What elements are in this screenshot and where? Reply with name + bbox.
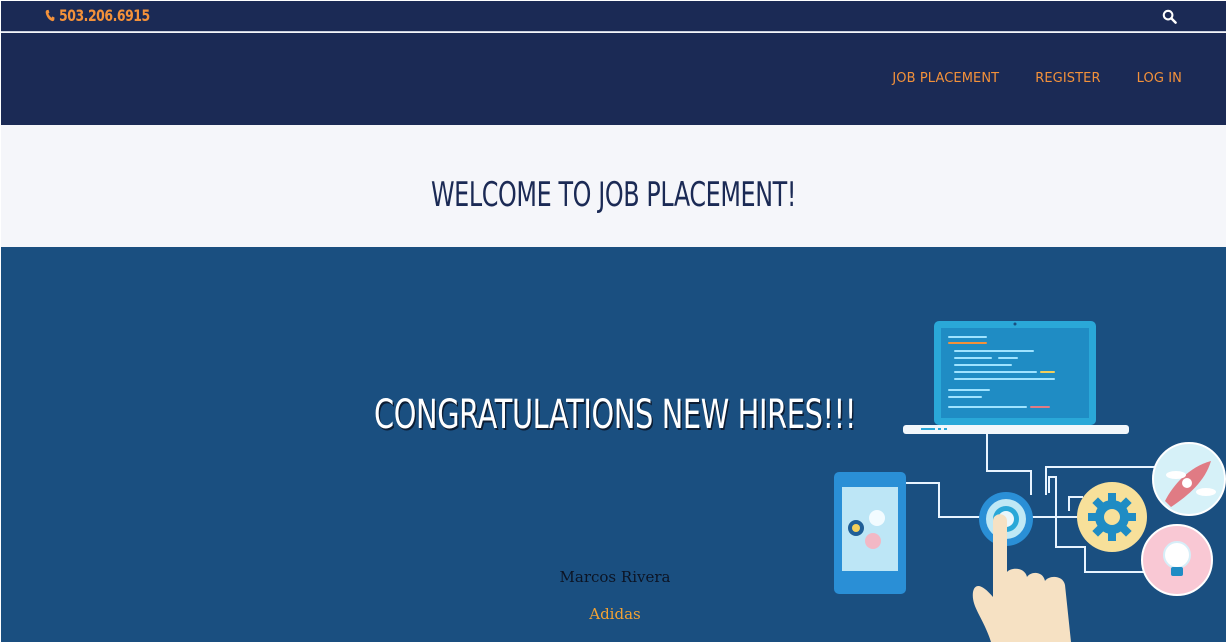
nav-register[interactable]: REGISTER xyxy=(1035,71,1100,86)
nav-job-placement[interactable]: JOB PLACEMENT xyxy=(892,71,999,86)
phone-link[interactable]: 503.206.6915 xyxy=(45,6,150,25)
welcome-title: WELCOME TO JOB PLACEMENT! xyxy=(430,175,797,215)
top-bar: 503.206.6915 xyxy=(1,1,1226,32)
phone-number: 503.206.6915 xyxy=(59,6,150,25)
tech-network-illustration xyxy=(834,321,1226,642)
main-header: JOB PLACEMENT REGISTER LOG IN xyxy=(1,33,1226,125)
welcome-section: WELCOME TO JOB PLACEMENT! xyxy=(1,125,1226,247)
search-icon[interactable] xyxy=(1162,9,1177,24)
page: 503.206.6915 JOB PLACEMENT REGISTER LOG … xyxy=(1,1,1226,642)
hero-section: CONGRATULATIONS NEW HIRES!!! Marcos Rive… xyxy=(1,247,1226,642)
nav-log-in[interactable]: LOG IN xyxy=(1137,71,1182,86)
main-nav: JOB PLACEMENT REGISTER LOG IN xyxy=(892,71,1182,86)
phone-icon xyxy=(45,9,55,22)
